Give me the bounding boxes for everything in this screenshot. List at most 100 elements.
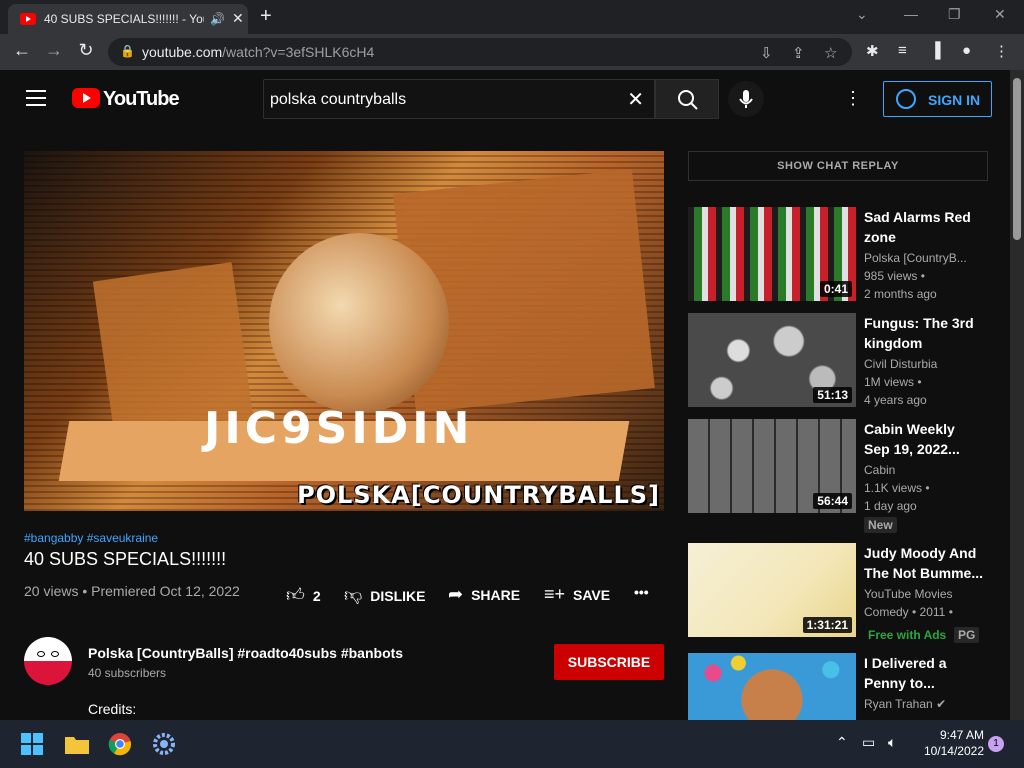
windows-start-icon[interactable] [20,732,44,756]
thumbs-down-icon: 👎︎ [344,585,363,605]
video-title[interactable]: Sad Alarms Red zone [864,207,984,247]
hamburger-menu-icon[interactable] [26,90,46,106]
upload-age: 2 months ago [864,287,937,301]
free-with-ads-badge: Free with Ads [868,628,947,642]
media-control-icon[interactable]: ≡ [898,42,907,59]
video-hashtags[interactable]: #bangabby #saveukraine [24,531,158,545]
video-watermark: POLSKA[COUNTRYBALLS] [297,481,660,509]
lock-icon[interactable]: 🔒 [120,44,135,58]
system-clock[interactable]: 9:47 AM 10/14/2022 [912,727,984,759]
channel-name[interactable]: Civil Disturbia [864,357,937,371]
youtube-header: YouTube polska countryballs ✕ ⋮ SIGN IN [0,70,1010,128]
channel-avatar[interactable] [24,637,72,685]
share-button[interactable]: ➦ SHARE [448,584,520,605]
page-scrollbar[interactable] [1010,70,1024,720]
volume-icon[interactable]: 🔈︎ [888,734,896,751]
video-meta: 20 views • Premiered Oct 12, 2022 [24,583,240,599]
search-icon [678,90,698,110]
notification-badge[interactable]: 1 [988,736,1004,752]
side-panel-icon[interactable]: ▐ [930,42,941,59]
file-explorer-icon[interactable] [64,732,89,756]
recommended-video[interactable]: 51:13 Fungus: The 3rd kingdom Civil Dist… [688,313,1008,407]
share-icon[interactable]: ⇪ [792,44,805,62]
close-tab-icon[interactable]: ✕ [232,10,244,27]
reload-button[interactable]: ↻ [74,40,98,61]
video-title[interactable]: I Delivered a Penny to... [864,653,984,693]
video-duration: 0:41 [819,281,852,297]
url-text: youtube.com/watch?v=3efSHLK6cH4 [142,44,375,60]
youtube-favicon-icon [20,13,36,25]
voice-search-button[interactable] [728,81,764,117]
sign-in-button[interactable]: SIGN IN [883,81,992,117]
channel-name[interactable]: Cabin [864,463,895,477]
browser-tab[interactable]: 40 SUBS SPECIALS!!!!!!! - YouTube 🔊 ✕ [8,4,248,34]
upload-age: 1 day ago [864,499,917,513]
tab-search-icon[interactable]: ⌄ [856,6,868,23]
close-window-button[interactable]: ✕ [994,6,1006,23]
channel-name[interactable]: Polska [CountryB... [864,251,967,265]
youtube-logo-text[interactable]: YouTube [103,88,180,111]
video-player[interactable]: JIC9SIDIN POLSKA[COUNTRYBALLS] [24,151,664,511]
description-text: Credits: [88,701,137,717]
search-button[interactable] [655,79,719,119]
browser-tab-bar: 40 SUBS SPECIALS!!!!!!! - YouTube 🔊 ✕ + … [0,0,1024,34]
recommended-video[interactable]: 0:41 Sad Alarms Red zone Polska [Country… [688,207,1008,301]
clock-time: 9:47 AM [939,728,984,742]
extensions-icon[interactable]: ✱ [866,42,879,60]
bookmark-star-icon[interactable]: ☆ [824,44,837,62]
video-thumbnail[interactable] [688,653,856,720]
search-query[interactable]: polska countryballs [270,91,406,109]
subscribe-button[interactable]: SUBSCRIBE [554,644,664,680]
minimize-button[interactable]: — [904,6,918,22]
tab-title: 40 SUBS SPECIALS!!!!!!! - YouTube [44,12,204,26]
save-button[interactable]: ≡+ SAVE [544,584,610,605]
video-thumbnail[interactable]: 1:31:21 [688,543,856,637]
clock-date: 10/14/2022 [923,744,984,758]
thumbs-up-icon: 👍︎ [286,585,305,605]
new-tab-button[interactable]: + [260,5,272,28]
account-icon [896,89,916,109]
show-hidden-icons-icon[interactable]: ⌃ [836,734,848,751]
video-title[interactable]: Judy Moody And The Not Bumme... [864,543,984,583]
settings-menu-icon[interactable]: ⋮ [844,88,862,109]
back-button[interactable]: ← [10,40,34,61]
restore-button[interactable]: ❐ [948,6,961,23]
youtube-logo-icon[interactable] [72,88,100,108]
video-duration: 56:44 [813,493,852,509]
install-app-icon[interactable]: ⇩ [760,44,773,62]
show-chat-replay-button[interactable]: SHOW CHAT REPLAY [688,151,988,181]
settings-gear-icon[interactable] [152,732,176,756]
video-thumbnail[interactable]: 56:44 [688,419,856,513]
recommended-video[interactable]: 1:31:21 Judy Moody And The Not Bumme... … [688,543,1008,643]
video-thumbnail[interactable]: 0:41 [688,207,856,301]
like-button[interactable]: 👍︎ 2 [286,584,321,606]
video-duration: 1:31:21 [802,617,852,633]
recommended-video[interactable]: 56:44 Cabin Weekly Sep 19, 2022... Cabin… [688,419,1008,533]
network-icon[interactable]: ▭ [862,734,875,751]
recommended-video[interactable]: I Delivered a Penny to... Ryan Trahan ✔ [688,653,1008,720]
more-actions-icon[interactable]: ••• [634,584,649,600]
search-input[interactable]: polska countryballs ✕ [263,79,655,119]
browser-menu-icon[interactable]: ⋮ [994,42,1009,60]
channel-name[interactable]: YouTube Movies [864,587,953,601]
video-title[interactable]: Fungus: The 3rd kingdom [864,313,984,353]
channel-name[interactable]: Ryan Trahan ✔ [864,697,946,711]
countryball-eye [37,651,45,657]
address-bar[interactable]: 🔒 youtube.com/watch?v=3efSHLK6cH4 ⇩ ⇪ ☆ [108,38,852,66]
scrollbar-thumb[interactable] [1013,78,1021,240]
new-badge: New [864,517,897,533]
forward-button[interactable]: → [42,40,66,61]
rating-badge: PG [954,627,980,643]
profile-icon[interactable]: ● [962,42,971,59]
view-count: 1M views • [864,375,922,389]
channel-name[interactable]: Polska [CountryBalls] #roadto40subs #ban… [88,645,403,661]
movie-meta: Comedy • 2011 • [864,605,953,619]
microphone-icon [739,90,753,108]
video-title[interactable]: Cabin Weekly Sep 19, 2022... [864,419,984,459]
video-thumbnail[interactable]: 51:13 [688,313,856,407]
video-frame-sign: JIC9SIDIN [204,403,474,454]
speaker-icon[interactable]: 🔊 [210,12,225,26]
chrome-icon[interactable] [108,732,132,756]
clear-search-icon[interactable]: ✕ [627,87,644,112]
dislike-button[interactable]: 👎︎ DISLIKE [344,584,426,606]
